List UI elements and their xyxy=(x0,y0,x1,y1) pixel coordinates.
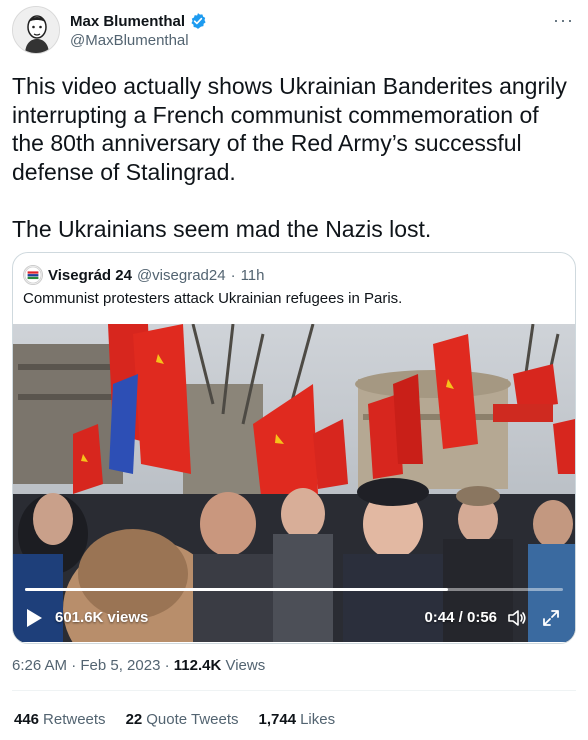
likes-stat[interactable]: 1,744 Likes xyxy=(259,711,336,728)
author-avatar[interactable] xyxy=(12,6,60,54)
video-time: 0:44 / 0:56 xyxy=(424,609,497,626)
tweet-timestamp[interactable]: 6:26 AM · Feb 5, 2023 · xyxy=(12,657,174,674)
verified-badge-icon xyxy=(189,12,207,30)
fullscreen-icon[interactable] xyxy=(541,608,561,628)
likes-count: 1,744 xyxy=(258,711,297,728)
quoted-separator: · xyxy=(230,266,236,284)
tweet-header: Max Blumenthal @MaxBlumenthal ··· xyxy=(12,6,576,54)
tweet-views-count: 112.4K xyxy=(173,657,222,674)
play-icon[interactable] xyxy=(25,608,43,628)
quoted-avatar[interactable] xyxy=(23,265,43,285)
video-player[interactable]: 601.6K views 0:44 / 0:56 xyxy=(13,324,575,642)
quote-tweets-stat[interactable]: 22 Quote Tweets xyxy=(126,711,239,728)
quoted-text: Communist protesters attack Ukrainian re… xyxy=(23,290,403,307)
video-progress-bar[interactable] xyxy=(25,588,563,591)
quoted-handle[interactable]: @visegrad24 xyxy=(137,267,226,284)
likes-label: Likes xyxy=(300,711,336,728)
quoted-tweet[interactable]: Visegrád 24 @visegrad24 · 11h Communist … xyxy=(12,252,576,644)
video-views: 601.6K views xyxy=(55,609,149,626)
volume-icon[interactable] xyxy=(507,608,527,628)
quotes-count: 22 xyxy=(125,711,143,728)
tweet-meta: 6:26 AM · Feb 5, 2023 · 112.4K Views xyxy=(12,657,265,674)
quoted-tweet-header: Visegrád 24 @visegrad24 · 11h xyxy=(23,265,264,285)
author-name[interactable]: Max Blumenthal xyxy=(70,13,185,30)
author-name-row[interactable]: Max Blumenthal xyxy=(70,12,207,30)
more-icon[interactable]: ··· xyxy=(553,10,574,31)
quoted-name[interactable]: Visegrád 24 xyxy=(48,267,132,284)
divider xyxy=(12,690,576,691)
tweet-views-label: Views xyxy=(221,657,266,674)
author-handle[interactable]: @MaxBlumenthal xyxy=(70,32,189,49)
retweets-count: 446 xyxy=(14,711,40,728)
retweets-label: Retweets xyxy=(43,711,106,728)
tweet-stats: 446 Retweets 22 Quote Tweets 1,744 Likes xyxy=(14,711,335,728)
retweets-stat[interactable]: 446 Retweets xyxy=(14,711,106,728)
quotes-label: Quote Tweets xyxy=(146,711,239,728)
video-frame xyxy=(13,324,575,642)
tweet-text: This video actually shows Ukrainian Band… xyxy=(12,73,567,242)
video-progress-fill xyxy=(25,588,448,591)
quoted-time[interactable]: 11h xyxy=(241,267,265,284)
